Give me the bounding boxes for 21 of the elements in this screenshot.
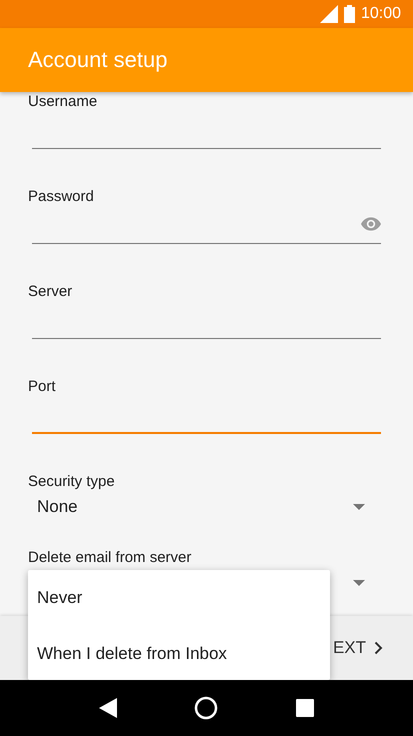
field-label: Security type [28, 472, 115, 492]
back-icon[interactable] [98, 698, 117, 718]
field-label: Server [28, 282, 72, 302]
dropdown-value[interactable]: None [37, 497, 78, 517]
dropdown-arrow-icon[interactable] [353, 580, 365, 586]
next-button[interactable]: EXT [332, 634, 383, 662]
field-label: Delete email from server [28, 548, 192, 568]
home-icon[interactable] [194, 696, 218, 720]
field-label: Password [28, 187, 94, 207]
field-label: Port [28, 377, 56, 397]
recents-icon[interactable] [296, 699, 314, 717]
field-label: Username [28, 92, 98, 112]
chevron-icon [374, 641, 383, 655]
dropdown-arrow-icon[interactable] [353, 504, 365, 510]
menu-option[interactable]: When I delete from Inbox [28, 626, 330, 680]
battery-icon [344, 5, 355, 23]
eye-icon[interactable] [361, 217, 381, 231]
status-time: 10:00 [360, 5, 401, 23]
screen-title: Account setup [28, 47, 168, 73]
signal-icon [320, 5, 338, 23]
menu-option[interactable]: Never [28, 570, 330, 626]
